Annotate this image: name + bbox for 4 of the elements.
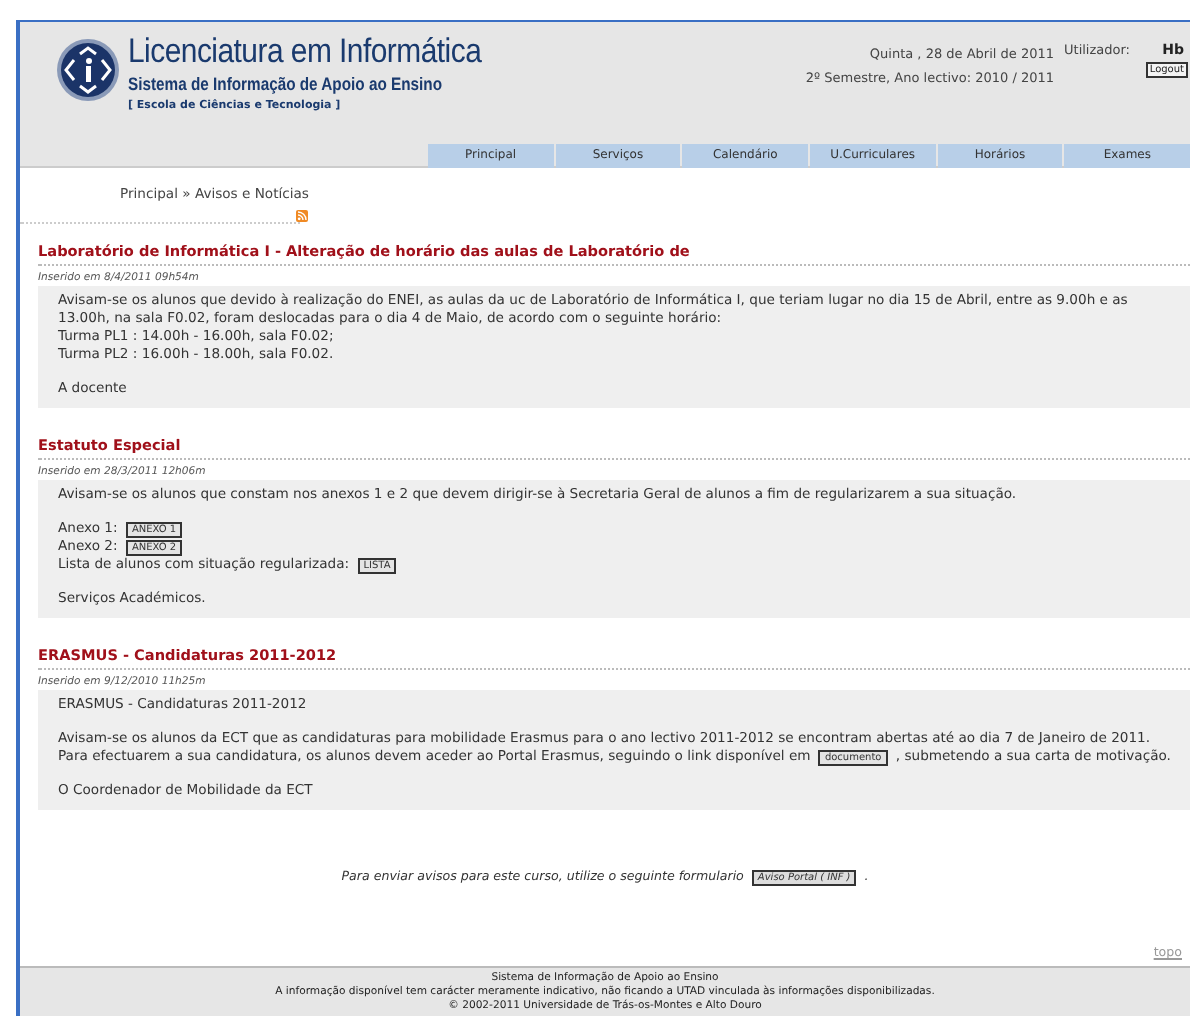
site-title: Licenciatura em Informática (128, 32, 482, 72)
rss-icon[interactable] (296, 210, 308, 222)
site-subtitle: Sistema de Informação de Apoio ao Ensino (128, 74, 444, 94)
logo-icon (56, 38, 120, 102)
